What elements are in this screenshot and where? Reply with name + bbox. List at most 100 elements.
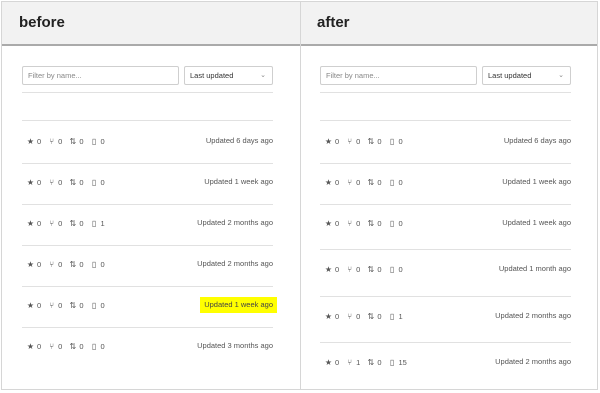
updated-timestamp: Updated 1 week ago (502, 177, 571, 186)
star-icon: ★ (324, 311, 333, 321)
star-icon: ★ (324, 177, 333, 187)
stat-count: 0 (335, 311, 340, 321)
repo-row[interactable]: ★ 0 ⑂ 0 ⇅ 0 ▯ 0 Updated 2 months ago (26, 256, 273, 272)
pull-request-icon: ⇅ (69, 218, 77, 228)
stat-forks: ⑂ 0 (345, 312, 360, 321)
stat-forks: ⑂ 0 (345, 137, 360, 146)
row-divider (22, 286, 273, 287)
row-divider (22, 204, 273, 205)
stat-count: 0 (37, 300, 42, 310)
updated-timestamp: Updated 1 month ago (498, 264, 571, 273)
repo-stats: ★ 0 ⑂ 1 ⇅ 0 ▯ 15 (324, 354, 413, 370)
stat-count: 0 (377, 357, 382, 367)
fork-icon: ⑂ (49, 218, 55, 228)
filter-input-before[interactable] (22, 66, 179, 85)
pull-request-icon: ⇅ (367, 218, 375, 228)
issue-icon: ▯ (389, 264, 395, 274)
pull-request-icon: ⇅ (69, 341, 77, 351)
updated-timestamp: Updated 1 week ago (502, 218, 571, 227)
row-divider (320, 249, 571, 250)
repo-row[interactable]: ★ 0 ⑂ 0 ⇅ 0 ▯ 0 Updated 1 month ago (324, 261, 571, 277)
pull-request-icon: ⇅ (69, 177, 77, 187)
stat-count: 0 (335, 357, 340, 367)
stat-stars: ★ 0 (26, 260, 41, 269)
repo-row[interactable]: ★ 0 ⑂ 0 ⇅ 0 ▯ 0 Updated 3 months ago (26, 338, 273, 354)
repo-stats: ★ 0 ⑂ 0 ⇅ 0 ▯ 1 (324, 308, 409, 324)
fork-icon: ⑂ (49, 300, 55, 310)
stat-stars: ★ 0 (324, 178, 339, 187)
column-title-before: before (19, 14, 65, 31)
stat-prs: ⇅ 0 (366, 265, 381, 274)
stat-count: 0 (58, 300, 63, 310)
repo-row[interactable]: ★ 0 ⑂ 0 ⇅ 0 ▯ 0 Updated 1 week ago (324, 174, 571, 190)
repo-row[interactable]: ★ 0 ⑂ 0 ⇅ 0 ▯ 0 Updated 6 days ago (324, 133, 571, 149)
stat-count: 0 (58, 341, 63, 351)
stat-count: 0 (79, 341, 84, 351)
row-divider (320, 163, 571, 164)
stat-count: 0 (79, 300, 84, 310)
star-icon: ★ (324, 357, 333, 367)
stat-count: 0 (377, 177, 382, 187)
sort-select-before[interactable]: Last updated ⌄ (184, 66, 273, 85)
stat-count: 0 (58, 177, 63, 187)
stat-prs: ⇅ 0 (68, 342, 83, 351)
stat-prs: ⇅ 0 (366, 178, 381, 187)
stat-stars: ★ 0 (26, 178, 41, 187)
issue-icon: ▯ (389, 357, 395, 367)
stat-forks: ⑂ 0 (47, 137, 62, 146)
fork-icon: ⑂ (347, 136, 353, 146)
divider-line (22, 120, 273, 121)
issue-icon: ▯ (91, 259, 97, 269)
stat-count: 1 (356, 357, 361, 367)
pull-request-icon: ⇅ (367, 177, 375, 187)
stat-stars: ★ 0 (26, 219, 41, 228)
stat-forks: ⑂ 0 (47, 342, 62, 351)
stat-count: 0 (398, 177, 403, 187)
stat-count: 0 (398, 136, 403, 146)
stat-count: 0 (79, 136, 84, 146)
stat-count: 0 (37, 341, 42, 351)
repo-row[interactable]: ★ 0 ⑂ 1 ⇅ 0 ▯ 15 Updated 2 months ago (324, 354, 571, 370)
stat-prs: ⇅ 0 (68, 137, 83, 146)
repo-row[interactable]: ★ 0 ⑂ 0 ⇅ 0 ▯ 0 Updated 1 week ago (26, 297, 277, 313)
repo-stats: ★ 0 ⑂ 0 ⇅ 0 ▯ 0 (324, 261, 409, 277)
issue-icon: ▯ (91, 300, 97, 310)
repo-row[interactable]: ★ 0 ⑂ 0 ⇅ 0 ▯ 1 Updated 2 months ago (324, 308, 571, 324)
repo-row[interactable]: ★ 0 ⑂ 0 ⇅ 0 ▯ 0 Updated 6 days ago (26, 133, 273, 149)
divider-line (320, 92, 571, 93)
updated-timestamp: Updated 2 months ago (197, 259, 273, 268)
stat-count: 0 (37, 259, 42, 269)
stat-count: 0 (100, 300, 105, 310)
stat-count: 0 (100, 177, 105, 187)
chevron-down-icon: ⌄ (260, 72, 266, 79)
stat-issues: ▯ 15 (388, 358, 407, 367)
stat-count: 0 (100, 259, 105, 269)
stat-count: 0 (100, 136, 105, 146)
stat-prs: ⇅ 0 (68, 178, 83, 187)
stat-count: 0 (356, 136, 361, 146)
stat-count: 1 (100, 218, 105, 228)
stat-count: 0 (58, 218, 63, 228)
repo-stats: ★ 0 ⑂ 0 ⇅ 0 ▯ 0 (26, 338, 111, 354)
sort-select-after[interactable]: Last updated ⌄ (482, 66, 571, 85)
stat-count: 0 (335, 177, 340, 187)
repo-row[interactable]: ★ 0 ⑂ 0 ⇅ 0 ▯ 0 Updated 1 week ago (324, 215, 571, 231)
stat-forks: ⑂ 0 (47, 219, 62, 228)
stat-issues: ▯ 0 (388, 219, 403, 228)
row-divider (320, 342, 571, 343)
stat-stars: ★ 0 (26, 342, 41, 351)
repo-row[interactable]: ★ 0 ⑂ 0 ⇅ 0 ▯ 0 Updated 1 week ago (26, 174, 273, 190)
stat-issues: ▯ 1 (90, 219, 105, 228)
filter-input-after[interactable] (320, 66, 477, 85)
fork-icon: ⑂ (49, 177, 55, 187)
stat-count: 0 (37, 136, 42, 146)
fork-icon: ⑂ (49, 259, 55, 269)
pull-request-icon: ⇅ (69, 300, 77, 310)
stat-count: 0 (79, 177, 84, 187)
stat-prs: ⇅ 0 (366, 137, 381, 146)
repo-row[interactable]: ★ 0 ⑂ 0 ⇅ 0 ▯ 1 Updated 2 months ago (26, 215, 273, 231)
stat-count: 0 (100, 341, 105, 351)
stat-count: 0 (58, 259, 63, 269)
stat-prs: ⇅ 0 (366, 312, 381, 321)
stat-prs: ⇅ 0 (366, 219, 381, 228)
